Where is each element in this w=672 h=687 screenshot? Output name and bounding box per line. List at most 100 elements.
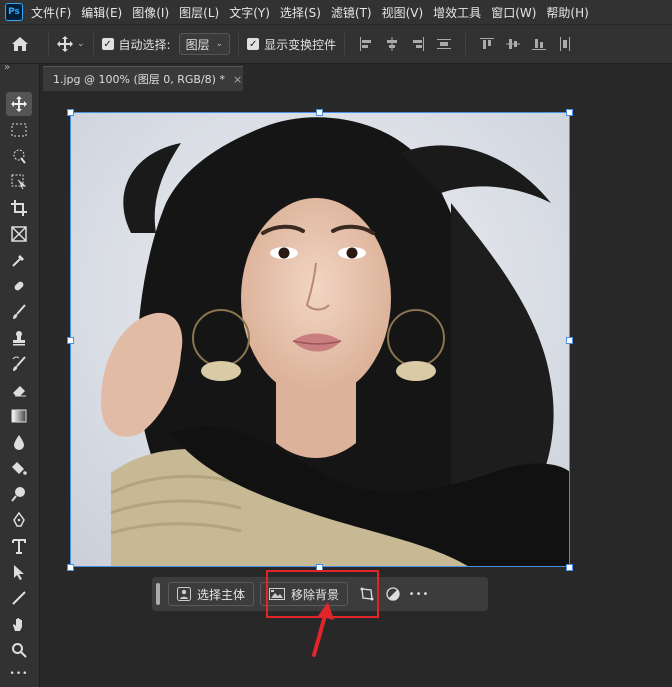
eraser-icon	[13, 386, 26, 397]
canvas-image[interactable]	[70, 112, 570, 567]
pen-tool[interactable]	[6, 508, 32, 532]
menu-help[interactable]: 帮助(H)	[546, 4, 588, 21]
eyedropper-icon	[12, 255, 24, 267]
frame-icon	[11, 226, 27, 242]
paint-bucket-tool[interactable]	[6, 456, 32, 480]
align-right-icon[interactable]	[411, 37, 425, 51]
bandage-icon	[14, 281, 24, 291]
menu-layer[interactable]: 图层(L)	[179, 4, 219, 21]
menu-plugins[interactable]: 增效工具	[433, 4, 481, 21]
zoom-tool[interactable]	[6, 638, 32, 662]
distribute-icon[interactable]	[437, 37, 452, 51]
transform-handle[interactable]	[67, 337, 74, 344]
transform-handle[interactable]	[316, 109, 323, 116]
move-tool[interactable]	[6, 92, 32, 116]
more-icon: •••	[9, 669, 29, 679]
divider	[238, 33, 240, 55]
select-subject-button[interactable]: 选择主体	[168, 582, 255, 606]
auto-select-label: 自动选择:	[118, 37, 171, 52]
divider	[344, 33, 346, 55]
crop-icon	[11, 200, 27, 216]
menu-file[interactable]: 文件(F)	[31, 4, 71, 21]
arrow-cursor-icon	[14, 565, 24, 580]
move-icon	[11, 96, 27, 112]
line-icon	[12, 591, 26, 605]
distribute-vertical-icon[interactable]	[558, 37, 572, 51]
layer-dropdown-value: 图层	[185, 37, 210, 52]
photoshop-logo: Ps	[5, 3, 23, 21]
menu-select[interactable]: 选择(S)	[280, 4, 321, 21]
home-icon	[12, 37, 28, 51]
align-left-icon[interactable]	[359, 37, 373, 51]
menu-type[interactable]: 文字(Y)	[229, 4, 270, 21]
align-center-icon[interactable]	[385, 37, 399, 51]
tools-panel: » •••	[0, 62, 40, 687]
brush-icon	[13, 304, 26, 319]
frame-tool[interactable]	[6, 222, 32, 246]
blur-tool[interactable]	[6, 430, 32, 454]
marquee-tool[interactable]	[6, 118, 32, 142]
align-bottom-icon[interactable]	[532, 37, 547, 51]
transform-handle[interactable]	[67, 109, 74, 116]
stamp-icon	[13, 331, 25, 346]
divider	[92, 33, 94, 55]
layer-dropdown[interactable]: 图层 ⌄	[178, 33, 231, 55]
object-select-tool[interactable]	[6, 170, 32, 194]
select-subject-label: 选择主体	[197, 587, 246, 602]
history-brush-tool[interactable]	[6, 352, 32, 376]
type-tool[interactable]	[6, 534, 32, 558]
gradient-icon	[11, 409, 27, 423]
quick-select-icon	[13, 149, 26, 164]
show-transform-label: 显示变换控件	[264, 37, 337, 52]
droplet-icon	[14, 435, 24, 450]
pen-icon	[13, 512, 25, 527]
hand-icon	[13, 618, 22, 631]
lasso-tool[interactable]	[6, 144, 32, 168]
eyedropper-tool[interactable]	[6, 248, 32, 272]
move-tool-preset[interactable]: ⌄	[57, 36, 85, 52]
type-icon	[12, 539, 26, 554]
close-icon[interactable]: ×	[233, 73, 242, 86]
more-options-button[interactable]: •••	[406, 582, 432, 606]
menu-bar: Ps 文件(F) 编辑(E) 图像(I) 图层(L) 文字(Y) 选择(S) 滤…	[0, 0, 672, 24]
collapse-panel-button[interactable]: »	[4, 62, 10, 73]
transform-handle[interactable]	[566, 337, 573, 344]
transform-handle[interactable]	[67, 564, 74, 571]
adjustment-button[interactable]	[380, 582, 406, 606]
document-tab[interactable]: 1.jpg @ 100% (图层 0, RGB/8) * ×	[43, 66, 243, 91]
hand-tool[interactable]	[6, 612, 32, 636]
transform-handle[interactable]	[566, 109, 573, 116]
more-tools-button[interactable]: •••	[6, 662, 32, 686]
menu-window[interactable]: 窗口(W)	[491, 4, 536, 21]
more-icon: •••	[408, 588, 430, 600]
gradient-tool[interactable]	[6, 404, 32, 428]
dodge-tool[interactable]	[6, 482, 32, 506]
crop-tool[interactable]	[6, 196, 32, 220]
options-bar: ⌄ ✓ 自动选择: 图层 ⌄ ✓ 显示变换控件	[0, 24, 672, 64]
healing-brush-tool[interactable]	[6, 274, 32, 298]
menu-filter[interactable]: 滤镜(T)	[331, 4, 372, 21]
align-middle-icon[interactable]	[506, 37, 521, 51]
align-top-icon[interactable]	[480, 37, 495, 51]
menu-edit[interactable]: 编辑(E)	[81, 4, 122, 21]
path-selection-tool[interactable]	[6, 560, 32, 584]
zoom-icon	[12, 643, 27, 658]
menu-view[interactable]: 视图(V)	[382, 4, 424, 21]
menu-image[interactable]: 图像(I)	[132, 4, 169, 21]
auto-select-checkbox[interactable]: ✓	[101, 38, 114, 50]
portrait-photo	[71, 113, 569, 566]
annotation-arrow-icon	[312, 602, 334, 657]
paint-bucket-icon	[12, 462, 27, 475]
line-tool[interactable]	[6, 586, 32, 610]
show-transform-checkbox[interactable]: ✓	[247, 38, 260, 50]
marquee-icon	[11, 123, 27, 137]
move-icon	[57, 36, 73, 52]
clone-stamp-tool[interactable]	[6, 326, 32, 350]
dodge-icon	[11, 487, 25, 502]
brush-tool[interactable]	[6, 300, 32, 324]
half-circle-icon	[386, 587, 400, 601]
eraser-tool[interactable]	[6, 378, 32, 402]
drag-handle[interactable]	[156, 583, 160, 605]
transform-handle[interactable]	[566, 564, 573, 571]
home-button[interactable]	[0, 36, 40, 52]
